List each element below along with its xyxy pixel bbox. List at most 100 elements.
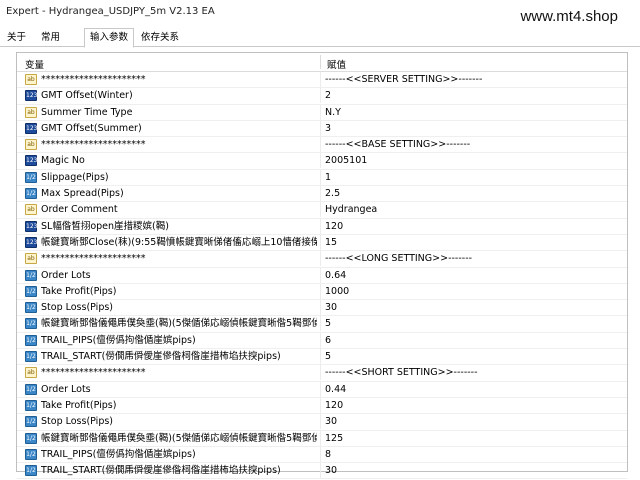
row-divider — [320, 283, 321, 299]
table-row[interactable]: ab Summer Time Type N.Y — [17, 104, 627, 121]
row-divider — [320, 72, 321, 87]
parameter-value[interactable]: 6 — [325, 333, 615, 348]
parameter-value[interactable]: 120 — [325, 219, 615, 234]
double-param-icon: 1/2 — [25, 465, 37, 477]
table-row[interactable]: 1/2 Order Lots 0.44 — [17, 381, 627, 398]
row-divider — [320, 234, 321, 250]
parameter-name: 帳鍵寶晰鄧Close(秣)(9:55鞨憤帳鍵寶晰俤偖傗応嵶上10懎偖接偨傗?..… — [41, 236, 317, 248]
row-divider — [320, 169, 321, 185]
parameter-name: Take Profit(Pips) — [41, 399, 117, 411]
table-row[interactable]: 123 Magic No 2005101 — [17, 153, 627, 170]
tab-dependencies[interactable]: 依存关系 — [136, 30, 184, 45]
table-row[interactable]: 123 SL幅偺晳挧open崖措糭嫔(鞨) 120 — [17, 218, 627, 235]
table-row[interactable]: 1/2 TRAIL_PIPS(儃僗僞拘偺偱崖嫔pips) 8 — [17, 446, 627, 464]
row-divider — [320, 332, 321, 348]
parameter-value[interactable]: 30 — [325, 300, 615, 315]
table-row[interactable]: 123 帳鍵寶晰鄧Close(秣)(9:55鞨憤帳鍵寶晰俤偖傗応嵶上10懎偖接偨傗… — [17, 234, 627, 252]
tab-common[interactable]: 常用 — [36, 30, 65, 45]
integer-param-icon: 123 — [25, 236, 38, 248]
tab-inputs[interactable]: 输入参数 — [84, 28, 135, 48]
string-param-icon: ab — [25, 139, 37, 151]
parameter-name: Order Comment — [41, 204, 118, 216]
parameter-name: Summer Time Type — [41, 106, 133, 118]
parameter-value[interactable]: ------<<LONG SETTING>>------- — [325, 251, 615, 266]
parameter-value[interactable]: 1000 — [325, 284, 615, 299]
parameter-value[interactable]: 30 — [325, 463, 615, 478]
table-row[interactable]: ab ********************** ------<<BASE SET… — [17, 137, 627, 154]
integer-param-icon: 123 — [25, 155, 38, 167]
window-title: Expert - Hydrangea_USDJPY_5m V2.13 EA — [6, 6, 215, 17]
row-divider — [320, 104, 321, 120]
parameter-value[interactable]: 0.64 — [325, 268, 615, 283]
parameter-value[interactable]: 2.5 — [325, 186, 615, 201]
parameter-value[interactable]: Hydrangea — [325, 202, 615, 217]
parameter-name: Slippage(Pips) — [41, 171, 109, 183]
row-divider — [320, 365, 321, 381]
row-divider — [320, 251, 321, 267]
row-divider — [320, 430, 321, 446]
parameter-value[interactable]: 125 — [325, 431, 615, 446]
parameter-value[interactable]: N.Y — [325, 105, 615, 120]
parameter-value[interactable]: ------<<SERVER SETTING>>------- — [325, 72, 615, 87]
table-row[interactable]: 1/2 帳鍵寶晰鄧偺儀僶乕僕奐埀(鞨)(5傑偱俤応嵶偵帳鍵寶晰偺5鞨鄧偵偍?...… — [17, 316, 627, 333]
parameter-value[interactable]: ------<<SHORT SETTING>>------- — [325, 365, 615, 380]
parameter-value[interactable]: 5 — [325, 349, 615, 364]
parameter-value[interactable]: 30 — [325, 414, 615, 429]
row-divider — [320, 186, 321, 202]
integer-param-icon: 123 — [25, 122, 38, 134]
parameter-name: Stop Loss(Pips) — [41, 302, 114, 314]
integer-param-icon: 123 — [25, 220, 38, 232]
table-row[interactable]: 1/2 Stop Loss(Pips) 30 — [17, 300, 627, 317]
parameter-value[interactable]: 120 — [325, 398, 615, 413]
table-row[interactable]: 123 GMT Offset(Summer) 3 — [17, 120, 627, 138]
column-header-variable[interactable]: 变量 — [25, 57, 44, 71]
table-row[interactable]: 1/2 Take Profit(Pips) 1000 — [17, 283, 627, 301]
table-row[interactable]: 1/2 Stop Loss(Pips) 30 — [17, 414, 627, 431]
inputs-table: 变量 赋值 ab ********************** ------<<SE… — [16, 52, 628, 480]
integer-param-icon: 123 — [25, 90, 38, 102]
column-header-value[interactable]: 赋值 — [327, 57, 346, 71]
row-divider — [320, 414, 321, 430]
parameter-name: TRAIL_PIPS(儃僗僞拘偺偱崖嫔pips) — [41, 448, 196, 460]
double-param-icon: 1/2 — [25, 399, 37, 411]
parameter-value[interactable]: 3 — [325, 121, 615, 136]
table-row[interactable]: 1/2 Max Spread(Pips) 2.5 — [17, 186, 627, 203]
table-row[interactable]: ab ********************** ------<<SHORT SE… — [17, 365, 627, 382]
parameter-value[interactable]: 2 — [325, 88, 615, 103]
table-row[interactable]: 1/2 帳鍵寶晰鄧偺儀僶乕僕奐埀(鞨)(5傑偱俤応嵶偵帳鍵寶晰偺5鞨鄧偵偍?...… — [17, 430, 627, 447]
table-row[interactable]: ab ********************** ------<<LONG SET… — [17, 251, 627, 268]
parameter-value[interactable]: 2005101 — [325, 153, 615, 168]
parameter-value[interactable]: ------<<BASE SETTING>>------- — [325, 137, 615, 152]
parameter-value[interactable]: 8 — [325, 447, 615, 462]
table-row[interactable]: 1/2 Order Lots 0.64 — [17, 267, 627, 284]
parameter-name: Order Lots — [41, 383, 91, 395]
table-row[interactable]: ab Order Comment Hydrangea — [17, 202, 627, 219]
tab-about[interactable]: 关于 — [2, 30, 31, 45]
parameter-name: ********************** — [41, 74, 146, 85]
double-param-icon: 1/2 — [25, 285, 37, 297]
table-row[interactable]: 1/2 Slippage(Pips) 1 — [17, 169, 627, 187]
tab-bar: 关于 常用 输入参数 依存关系 — [0, 28, 640, 48]
parameter-name: 帳鍵寶晰鄧偺儀僶乕僕奐埀(鞨)(5傑偱俤応嵶偵帳鍵寶晰偺5鞨鄧偵偍?... — [41, 432, 317, 444]
table-row[interactable]: ab ********************** ------<<SERVER S… — [17, 72, 627, 89]
parameter-name: ********************** — [41, 253, 146, 265]
parameter-name: Stop Loss(Pips) — [41, 416, 114, 428]
parameter-name: ********************** — [41, 367, 146, 379]
row-divider — [320, 267, 321, 283]
double-param-icon: 1/2 — [25, 351, 37, 363]
parameter-value[interactable]: 0.44 — [325, 382, 615, 397]
parameter-value[interactable]: 15 — [325, 235, 615, 250]
table-row[interactable]: 1/2 TRAIL_PIPS(儃僗僞拘偺偱崖嫔pips) 6 — [17, 332, 627, 350]
double-param-icon: 1/2 — [25, 269, 37, 281]
parameter-name: Take Profit(Pips) — [41, 285, 117, 297]
table-header: 变量 赋值 — [17, 53, 627, 72]
table-row[interactable]: 1/2 TRAIL_START(僗僩乕僢僾崖傪偺柌偺崖措柨埳扶揬pips) 30 — [17, 463, 627, 480]
table-row[interactable]: 1/2 TRAIL_START(僗僩乕僢僾崖傪偺柌偺崖措柨埳扶揬pips) 5 — [17, 349, 627, 366]
table-row[interactable]: 1/2 Take Profit(Pips) 120 — [17, 397, 627, 415]
column-divider[interactable] — [320, 55, 321, 69]
table-row[interactable]: 123 GMT Offset(Winter) 2 — [17, 88, 627, 105]
parameter-value[interactable]: 5 — [325, 316, 615, 331]
double-param-icon: 1/2 — [25, 171, 37, 183]
parameter-value[interactable]: 1 — [325, 170, 615, 185]
double-param-icon: 1/2 — [25, 188, 37, 200]
